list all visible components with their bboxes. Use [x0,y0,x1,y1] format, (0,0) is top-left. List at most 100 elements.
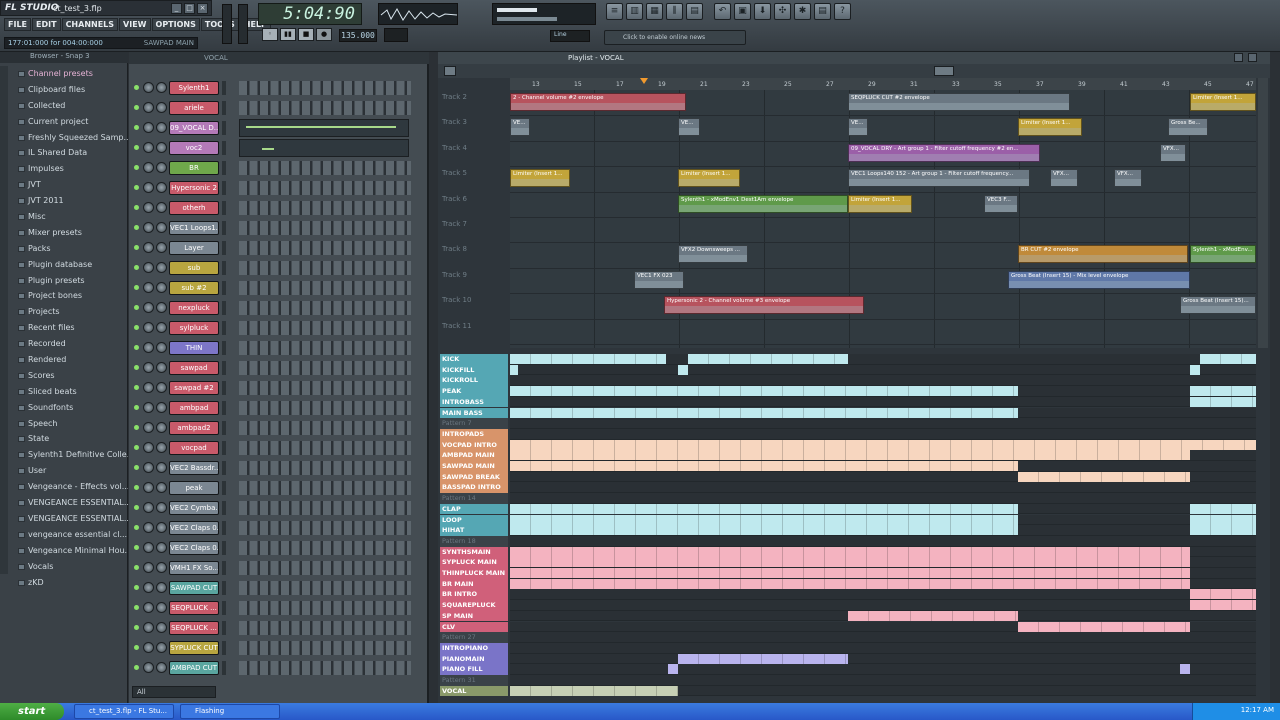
channel-volume-knob[interactable] [156,302,167,313]
pattern-lane[interactable] [510,653,1256,665]
channel-pan-knob[interactable] [143,362,154,373]
pattern-lane[interactable] [510,375,1256,387]
browser-item[interactable]: Current project [0,114,128,130]
step-buttons[interactable] [239,561,411,575]
pattern-block[interactable] [1200,354,1256,364]
channel-name-button[interactable]: VEC2 Bassdr... [169,461,219,475]
browser-item[interactable]: Collected [0,98,128,114]
browser-item[interactable]: Impulses [0,161,128,177]
channel-volume-knob[interactable] [156,182,167,193]
channel-select-bar[interactable] [222,541,226,555]
pattern-block[interactable] [510,354,666,364]
channel-name-button[interactable]: VEC1 Loops1... [169,221,219,235]
pattern-lane[interactable] [510,461,1256,472]
automation-clip[interactable]: Sylenth1 - xModEnv1 Dest1Am envelope [678,194,848,213]
menu-edit[interactable]: EDIT [32,18,61,31]
browser-item[interactable]: Project bones [0,288,128,304]
channel-volume-knob[interactable] [156,162,167,173]
pattern-lane[interactable] [510,632,1256,643]
channel-name-button[interactable]: VEC2 Cymba... [169,501,219,515]
channel-mute-led[interactable] [134,665,139,670]
timeline-ruler[interactable]: 13 15 17 19 21 23 25 27 29 31 33 35 37 39 41 43 45 47 [510,78,1256,90]
channel-mute-led[interactable] [134,265,139,270]
browser-item[interactable]: Rendered [0,352,128,368]
step-buttons[interactable] [239,401,411,415]
automation-clip[interactable]: Hypersonic 2 - Channel volume #3 envelop… [664,296,864,315]
browser-item[interactable]: Speech [0,416,128,432]
pattern-label[interactable]: PEAK [440,386,508,397]
pattern-block[interactable] [510,568,1190,578]
channel-volume-knob[interactable] [156,342,167,353]
help-icon[interactable]: ? [834,3,851,20]
pattern-block[interactable] [510,514,1018,525]
channel-select-bar[interactable] [222,121,226,135]
step-buttons[interactable] [239,641,411,655]
pattern-block[interactable] [678,364,688,375]
pattern-lane[interactable] [510,546,1256,558]
plugin-icon[interactable]: ✣ [774,3,791,20]
step-buttons[interactable] [239,361,411,375]
pattern-block[interactable] [1190,600,1256,611]
channel-pan-knob[interactable] [143,342,154,353]
automation-clip[interactable]: Limiter (Insert 1... [510,169,570,188]
pattern-lane[interactable] [510,396,1256,408]
pattern-label[interactable]: BR INTRO [440,589,508,601]
channel-volume-knob[interactable] [156,502,167,513]
step-buttons[interactable] [239,81,411,95]
browser-item[interactable]: IL Shared Data [0,145,128,161]
channel-volume-knob[interactable] [156,442,167,453]
project-info-icon[interactable]: ▤ [814,3,831,20]
channel-pan-knob[interactable] [143,482,154,493]
step-buttons[interactable] [239,101,411,115]
pattern-lane[interactable] [510,675,1256,686]
channel-name-button[interactable]: AMBPAD CUT [169,661,219,675]
pattern-lane[interactable] [510,557,1256,568]
piano-roll-preview[interactable] [239,119,409,137]
pattern-lane[interactable] [510,439,1256,451]
channel-volume-knob[interactable] [156,662,167,673]
channel-select-bar[interactable] [222,341,226,355]
channel-name-button[interactable]: THIN [169,341,219,355]
channel-volume-knob[interactable] [156,542,167,553]
channel-mute-led[interactable] [134,85,139,90]
browser-item[interactable]: Vocals [0,559,128,575]
channel-pan-knob[interactable] [143,562,154,573]
channel-name-button[interactable]: sawpad [169,361,219,375]
channel-name-button[interactable]: VMH1 FX So... [169,561,219,575]
pattern-label[interactable]: BR MAIN [440,578,508,590]
browser-item[interactable]: Soundfonts [0,400,128,416]
step-buttons[interactable] [239,241,411,255]
pattern-lane[interactable] [510,535,1256,547]
channel-name-button[interactable]: sub [169,261,219,275]
pattern-block[interactable] [510,503,1018,514]
pattern-lane[interactable] [510,364,1256,376]
channel-mute-led[interactable] [134,465,139,470]
channel-select-bar[interactable] [222,561,226,575]
browser-item[interactable]: Plugin presets [0,273,128,289]
browser-item[interactable]: vengeance essential cl... [0,527,128,543]
channel-pan-knob[interactable] [143,462,154,473]
pattern-lane[interactable] [510,578,1256,590]
menu-options[interactable]: OPTIONS [151,18,200,31]
pattern-block[interactable] [510,364,518,375]
channel-name-button[interactable]: ambpad [169,401,219,415]
step-buttons[interactable] [239,621,411,635]
pattern-label[interactable]: SAWPAD BREAK [440,471,508,483]
channel-select-bar[interactable] [222,221,226,235]
step-buttons[interactable] [239,421,411,435]
pattern-label[interactable]: VOCAL [440,685,508,697]
channel-volume-knob[interactable] [156,82,167,93]
channel-name-button[interactable]: BR [169,161,219,175]
pattern-label[interactable]: CLV [440,621,508,633]
browser-item[interactable]: JVT [0,177,128,193]
playlist-menu-icon[interactable] [444,66,456,76]
automation-clip[interactable]: VFX... [1160,143,1186,162]
channel-name-button[interactable]: sub #2 [169,281,219,295]
automation-clip[interactable]: VEC1 Loops140 152 - Art group 1 - Filter… [848,169,1030,188]
pattern-label[interactable]: LOOP [440,514,508,526]
channel-name-button[interactable]: 09_VOCAL D... [169,121,219,135]
pattern-lane[interactable] [510,514,1256,526]
pause-button[interactable]: ▮▮ [280,28,296,41]
channel-select-bar[interactable] [222,581,226,595]
automation-clip[interactable]: 09_VOCAL DRY - Art group 1 - Filter cuto… [848,143,1040,162]
